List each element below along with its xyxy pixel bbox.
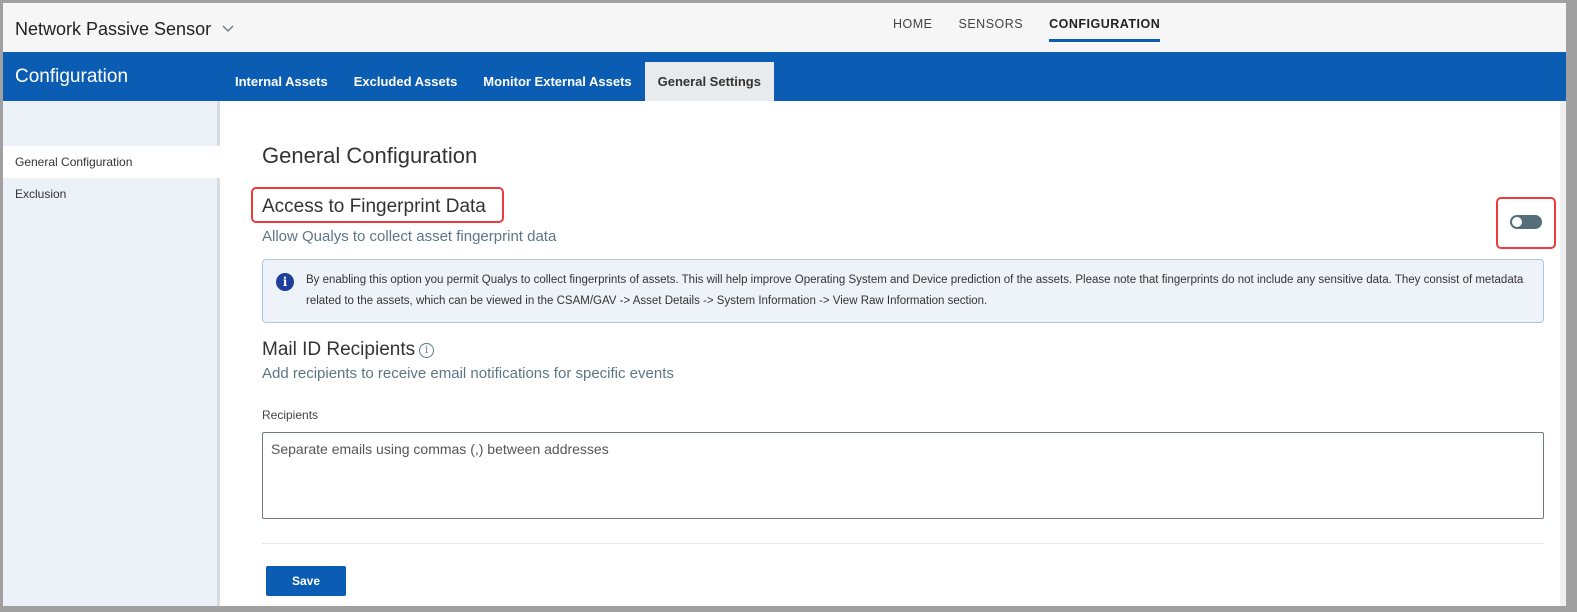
info-icon: i xyxy=(276,273,294,291)
sidebar: General Configuration Exclusion xyxy=(3,101,220,606)
fingerprint-subtitle: Allow Qualys to collect asset fingerprin… xyxy=(262,228,557,245)
divider xyxy=(262,543,1544,544)
sidebar-item-exclusion[interactable]: Exclusion xyxy=(3,178,220,210)
nav-configuration[interactable]: CONFIGURATION xyxy=(1049,17,1161,42)
scrollbar[interactable] xyxy=(1560,101,1566,606)
sidebar-item-general-configuration[interactable]: General Configuration xyxy=(3,146,220,178)
mail-title: Mail ID Recipients xyxy=(262,339,416,360)
mail-title-row: Mail ID Recipients i xyxy=(262,339,435,361)
info-circle-icon[interactable]: i xyxy=(419,343,435,358)
section-bar: Configuration Internal Assets Excluded A… xyxy=(3,52,1566,101)
info-text: By enabling this option you permit Qualy… xyxy=(306,274,1524,307)
fingerprint-toggle[interactable] xyxy=(1510,215,1542,229)
save-button[interactable]: Save xyxy=(266,566,346,596)
top-nav: HOME SENSORS CONFIGURATION xyxy=(893,17,1161,42)
page-title: General Configuration xyxy=(262,143,478,168)
tab-monitor-external-assets[interactable]: Monitor External Assets xyxy=(470,62,644,101)
fingerprint-title: Access to Fingerprint Data xyxy=(262,196,486,217)
nav-home[interactable]: HOME xyxy=(893,17,933,42)
recipients-label: Recipients xyxy=(262,408,319,422)
tab-bar: Internal Assets Excluded Assets Monitor … xyxy=(222,62,774,101)
nav-sensors[interactable]: SENSORS xyxy=(959,17,1024,42)
chevron-down-icon[interactable] xyxy=(221,21,235,35)
mail-subtitle: Add recipients to receive email notifica… xyxy=(262,365,674,382)
app-title[interactable]: Network Passive Sensor xyxy=(15,19,211,40)
section-title: Configuration xyxy=(15,66,129,87)
tab-excluded-assets[interactable]: Excluded Assets xyxy=(341,62,471,101)
tab-general-settings[interactable]: General Settings xyxy=(644,62,774,101)
top-bar: Network Passive Sensor HOME SENSORS CONF… xyxy=(3,3,1566,52)
app-window: Network Passive Sensor HOME SENSORS CONF… xyxy=(3,3,1566,606)
info-banner: i By enabling this option you permit Qua… xyxy=(262,259,1544,323)
recipients-input[interactable] xyxy=(262,432,1544,519)
tab-internal-assets[interactable]: Internal Assets xyxy=(222,62,341,101)
